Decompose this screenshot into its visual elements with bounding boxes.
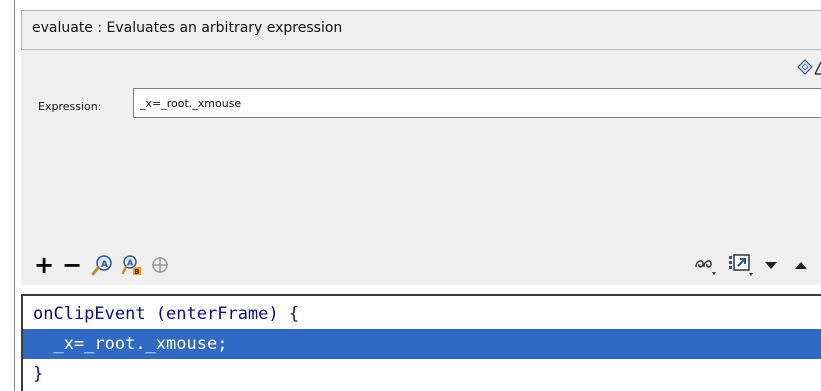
svg-text:A: A [127,259,134,268]
expression-input[interactable] [133,88,821,118]
svg-text:A: A [101,260,108,270]
collapse-pane-button[interactable] [793,257,809,273]
remove-icon: − [61,251,83,279]
action-description-bar: evaluate : Evaluates an arbitrary expres… [21,10,821,50]
panel-menu-button[interactable] [763,257,779,273]
replace-icon: A B [121,255,141,276]
svg-text:B: B [134,268,139,276]
find-icon: A [91,255,112,276]
actions-panel: evaluate : Evaluates an arbitrary expres… [0,0,821,391]
reference-icon[interactable] [795,57,815,77]
debug-options-button[interactable] [693,253,719,277]
add-statement-button[interactable]: + [33,251,55,279]
view-options-button[interactable] [728,252,756,278]
script-toolbar: + − A A B [21,245,821,285]
parameters-pane [21,50,821,267]
remove-statement-button[interactable]: − [61,251,83,279]
action-description: evaluate : Evaluates an arbitrary expres… [32,20,343,36]
replace-button[interactable]: A B [119,253,143,277]
pin-script-icon[interactable] [813,59,821,77]
menu-arrow-icon [765,262,777,269]
insert-target-path-button[interactable] [149,254,171,276]
insert-target-path-icon [152,257,168,273]
expression-label: Expression: [38,100,102,113]
code-line[interactable]: onClipEvent (enterFrame) { [23,299,821,329]
find-button[interactable]: A [91,253,115,277]
debug-options-icon [695,260,716,275]
view-options-icon [729,254,753,276]
script-editor[interactable]: onClipEvent (enterFrame) { _x=_root._xmo… [21,294,821,391]
code-line-selected[interactable]: _x=_root._xmouse; [23,329,821,359]
code-line[interactable]: } [23,359,821,389]
add-icon: + [33,251,55,279]
collapse-arrow-icon [795,262,807,269]
